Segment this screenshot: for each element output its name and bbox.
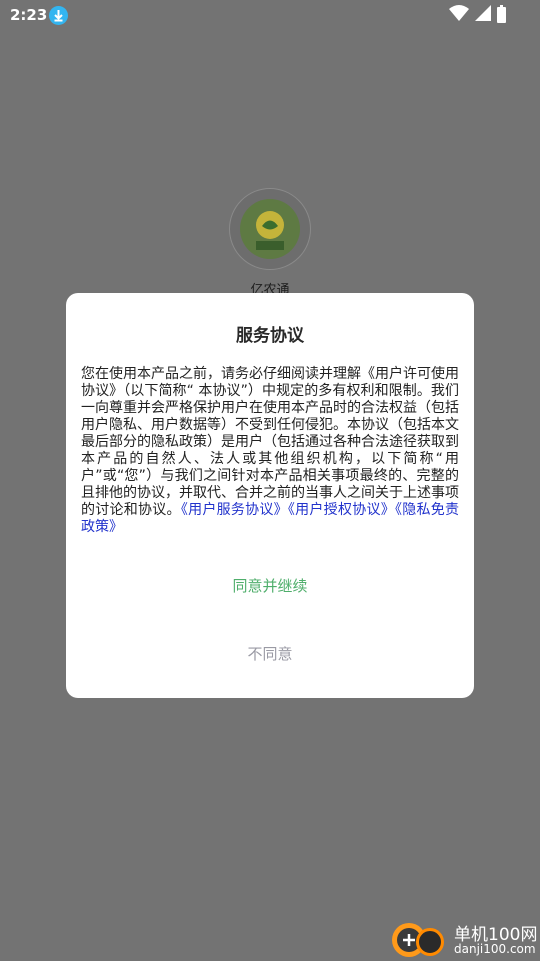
watermark-eye-icon [416, 928, 444, 956]
service-agreement-dialog: 服务协议 您在使用本产品之前，请务必仔细阅读并理解《用户许可使用协议》（以下简称… [66, 293, 474, 698]
status-time: 2:23 [10, 6, 48, 24]
logo-emblem-icon [240, 199, 300, 259]
app-logo [229, 188, 311, 270]
service-agreement-link[interactable]: 《用户服务协议》 [181, 502, 288, 518]
dialog-title: 服务协议 [236, 326, 304, 346]
agree-button[interactable]: 同意并继续 [66, 575, 474, 599]
signal-icon [475, 5, 491, 25]
download-icon [49, 6, 68, 25]
dialog-body: 您在使用本产品之前，请务必仔细阅读并理解《用户许可使用协议》（以下简称“ 本协议… [81, 366, 459, 536]
watermark-url: danji100.com [454, 942, 536, 956]
battery-icon [497, 5, 506, 23]
watermark: 单机100网 danji100.com [392, 920, 540, 960]
status-bar: 2:23 [0, 0, 540, 32]
disagree-button[interactable]: 不同意 [66, 643, 474, 667]
agreement-text: 您在使用本产品之前，请务必仔细阅读并理解《用户许可使用协议》（以下简称“ 本协议… [81, 366, 459, 518]
auth-agreement-link[interactable]: 《用户授权协议》 [288, 502, 395, 518]
wifi-icon [449, 5, 469, 25]
